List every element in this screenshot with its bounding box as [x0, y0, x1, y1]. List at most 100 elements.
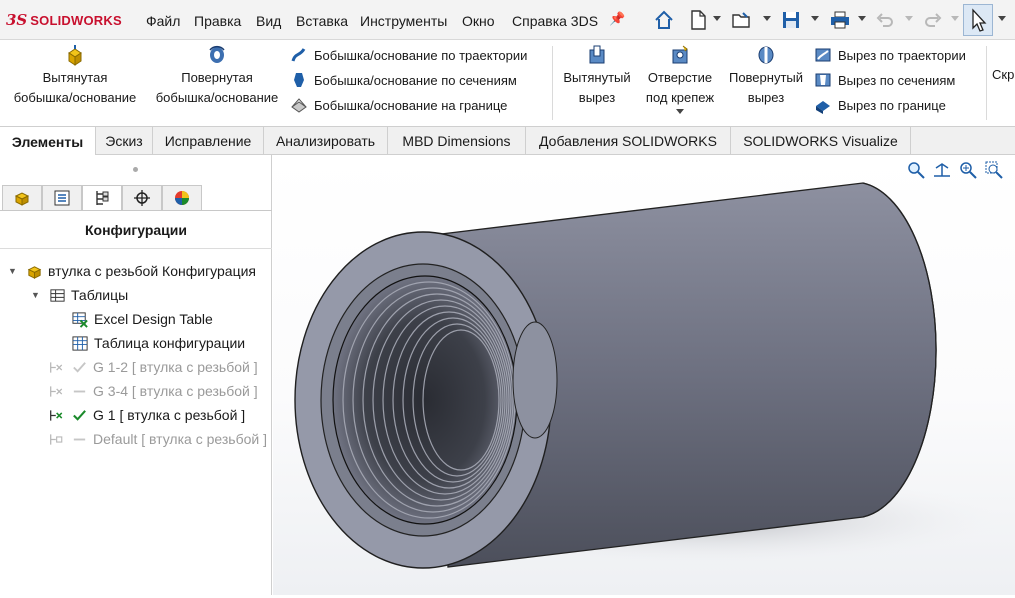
redo-dropdown-chevron-down-icon[interactable]	[951, 16, 959, 21]
tree-item-config-default[interactable]: Default [ втулка с резьбой ]	[49, 429, 267, 449]
pin-menu-icon[interactable]: 📌	[609, 11, 625, 27]
dim-xpert-tab[interactable]	[122, 185, 162, 211]
boundary-boss-label: Бобышка/основание на границе	[314, 97, 508, 113]
swept-cut-icon	[815, 48, 831, 62]
extruded-cut-button[interactable]: Вытянутый вырез	[558, 44, 636, 108]
lofted-cut-label: Вырез по сечениям	[838, 72, 956, 88]
inactive-config-icon	[50, 433, 63, 445]
threaded-bore	[332, 275, 518, 525]
graphics-viewport[interactable]	[273, 155, 1015, 595]
swept-cut-button[interactable]: Вырез по траектории	[814, 45, 966, 65]
feature-manager-tab[interactable]	[2, 185, 42, 211]
revolved-cut-button[interactable]: Повернутый вырез	[724, 44, 808, 108]
tab-evaluate-fix[interactable]: Исправление	[153, 127, 264, 155]
print-dropdown-chevron-down-icon[interactable]	[858, 16, 866, 21]
revolved-boss-label-2: бобышка/основание	[155, 90, 279, 105]
tables-collapse-chevron-icon[interactable]: ▼	[31, 290, 40, 300]
zoom-to-fit-icon[interactable]	[906, 160, 928, 182]
tab-features[interactable]: Элементы	[0, 127, 96, 156]
excel-table-icon	[72, 311, 88, 328]
swept-boss-label: Бобышка/основание по траектории	[314, 47, 528, 63]
active-config-icon	[50, 409, 63, 421]
lofted-cut-icon	[815, 73, 831, 87]
undo-icon[interactable]	[871, 6, 899, 34]
extruded-boss-button[interactable]: Вытянутая бобышка/основание	[8, 44, 142, 108]
tree-item-excel-design-table[interactable]: Excel Design Table	[72, 309, 213, 329]
select-dropdown-chevron-down-icon[interactable]	[998, 16, 1006, 21]
inactive-config-icon	[50, 361, 63, 373]
menu-view[interactable]: Вид	[256, 13, 281, 29]
home-icon[interactable]	[650, 6, 678, 34]
boundary-cut-icon	[816, 101, 830, 114]
configuration-manager-tab[interactable]	[82, 185, 122, 211]
threaded-bushing-model[interactable]	[273, 155, 1015, 595]
tree-item-config-g3-4[interactable]: G 3-4 [ втулка с резьбой ]	[49, 381, 258, 401]
display-manager-icon	[175, 191, 189, 205]
menu-window[interactable]: Окно	[462, 13, 495, 29]
extruded-cut-label-2: вырез	[578, 90, 616, 105]
menu-help[interactable]: Справка 3DS	[512, 13, 598, 29]
zoom-to-area-icon[interactable]	[932, 160, 954, 182]
open-dropdown-chevron-down-icon[interactable]	[763, 16, 771, 21]
boundary-cut-button[interactable]: Вырез по границе	[814, 95, 946, 115]
tree-item-part-root[interactable]: втулка с резьбой Конфигурация	[26, 261, 256, 281]
menu-bar: 3S SOLIDWORKS Файл Правка Вид Вставка Ин…	[0, 0, 1015, 40]
extruded-boss-label-2: бобышка/основание	[13, 90, 137, 105]
tab-sketch[interactable]: Эскиз	[96, 127, 153, 155]
tree-item-config-g1-2[interactable]: G 1-2 [ втулка с резьбой ]	[49, 357, 258, 377]
panel-grip[interactable]	[133, 167, 138, 172]
solidworks-logo[interactable]: 3S SOLIDWORKS	[6, 9, 122, 31]
tab-solidworks-visualize[interactable]: SOLIDWORKS Visualize	[731, 127, 911, 155]
ribbon-overflow-label[interactable]: Скр	[992, 67, 1014, 82]
property-manager-tab[interactable]	[42, 185, 82, 211]
zoom-area-icon[interactable]	[984, 160, 1006, 182]
ribbon-divider	[986, 46, 987, 120]
lofted-cut-button[interactable]: Вырез по сечениям	[814, 70, 955, 90]
inactive-config-icon	[50, 385, 63, 397]
save-icon[interactable]	[777, 6, 805, 34]
print-icon[interactable]	[826, 6, 854, 34]
menu-edit[interactable]: Правка	[194, 13, 241, 29]
excel-table-label: Excel Design Table	[94, 311, 213, 327]
new-dropdown-chevron-down-icon[interactable]	[713, 16, 721, 21]
save-dropdown-chevron-down-icon[interactable]	[811, 16, 819, 21]
swept-boss-button[interactable]: Бобышка/основание по траектории	[290, 45, 527, 65]
boundary-cut-label: Вырез по границе	[838, 97, 946, 113]
part-root-label: втулка с резьбой Конфигурация	[48, 263, 257, 279]
revolved-boss-button[interactable]: Повернутая бобышка/основание	[150, 44, 284, 108]
menu-tools[interactable]: Инструменты	[360, 13, 447, 29]
open-folder-icon[interactable]	[728, 6, 756, 34]
tab-mbd-dimensions[interactable]: MBD Dimensions	[388, 127, 526, 155]
extruded-boss-icon	[68, 45, 82, 66]
undo-dropdown-chevron-down-icon[interactable]	[905, 16, 913, 21]
hole-wizard-button[interactable]: Отверстие под крепеж	[640, 44, 720, 114]
hole-wizard-icon	[672, 45, 688, 64]
new-document-icon[interactable]	[684, 6, 712, 34]
command-manager-tabs: Элементы Эскиз Исправление Анализировать…	[0, 127, 1015, 156]
tree-item-config-g1-active[interactable]: G 1 [ втулка с резьбой ]	[49, 405, 245, 425]
dim-xpert-icon	[134, 190, 150, 206]
hole-wizard-chevron-down-icon[interactable]	[676, 109, 684, 114]
menu-insert[interactable]: Вставка	[296, 13, 348, 29]
dash-icon	[73, 390, 86, 392]
display-manager-tab[interactable]	[162, 185, 202, 211]
tree-item-config-table[interactable]: Таблица конфигурации	[72, 333, 245, 353]
redo-icon[interactable]	[919, 6, 947, 34]
swept-cut-label: Вырез по траектории	[838, 47, 966, 63]
lofted-boss-label: Бобышка/основание по сечениям	[314, 72, 517, 88]
lofted-boss-icon	[294, 73, 304, 87]
root-collapse-chevron-icon[interactable]: ▼	[8, 266, 17, 276]
ribbon-divider	[552, 46, 553, 120]
extruded-cut-icon	[589, 45, 605, 64]
tab-analyze[interactable]: Анализировать	[264, 127, 388, 155]
tab-solidworks-addins[interactable]: Добавления SOLIDWORKS	[526, 127, 731, 155]
select-cursor-icon[interactable]	[963, 4, 993, 36]
tables-folder-icon	[50, 288, 65, 302]
boundary-boss-button[interactable]: Бобышка/основание на границе	[290, 95, 507, 115]
logo-mark: 3S	[6, 11, 28, 29]
lofted-boss-button[interactable]: Бобышка/основание по сечениям	[290, 70, 517, 90]
zoom-in-icon[interactable]	[958, 160, 980, 182]
tree-item-tables[interactable]: Таблицы	[49, 285, 128, 305]
revolved-cut-label-1: Повернутый	[728, 70, 804, 85]
menu-file[interactable]: Файл	[146, 13, 180, 29]
